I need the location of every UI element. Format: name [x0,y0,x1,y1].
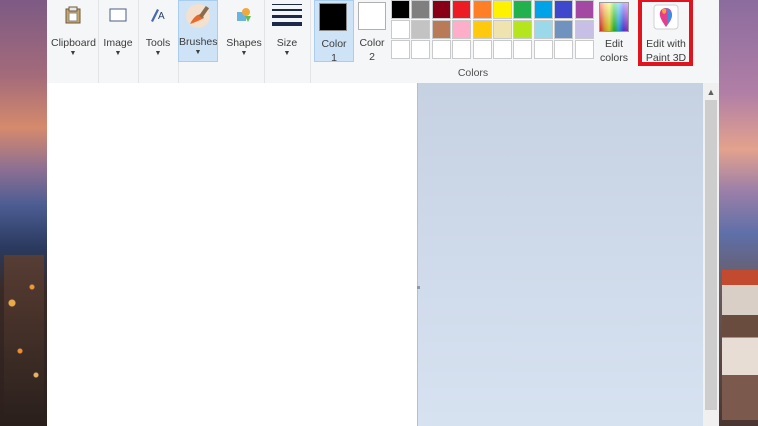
palette-swatch[interactable] [472,0,492,19]
palette-swatch[interactable] [533,0,553,19]
scroll-thumb[interactable] [705,100,717,410]
colors-group-label: Colors [457,67,489,79]
chevron-down-icon: ▼ [69,50,77,57]
palette-swatch[interactable] [411,40,431,59]
palette-swatch[interactable] [431,0,451,19]
chevron-down-icon: ▼ [240,50,248,57]
color2-swatch [358,2,386,30]
paint-window: Clipboard ▼ Image ▼ A Tools ▼ Brushes ▼ … [47,0,719,426]
brushes-button[interactable]: Brushes ▼ [178,0,218,62]
town-lights [4,255,44,415]
edit-colors-button[interactable]: Edit colors [596,0,632,65]
size-group: Size ▼ [264,0,311,83]
image-button[interactable]: Image ▼ [100,0,136,57]
palette-swatch[interactable] [533,40,553,59]
shapes-group: Shapes ▼ [224,0,265,83]
rainbow-icon [599,2,629,32]
palette-swatch[interactable] [493,0,512,19]
palette-swatch[interactable] [452,0,472,19]
chevron-down-icon: ▼ [154,50,162,57]
palette-swatch[interactable] [574,40,594,59]
color2-label-line1: Color [359,37,385,49]
tools-group: A Tools ▼ [138,0,179,83]
palette-swatch[interactable] [391,40,410,59]
palette-swatch[interactable] [452,20,472,39]
palette-swatch[interactable] [472,40,492,59]
chevron-down-icon: ▼ [194,49,202,56]
clipboard-label: Clipboard [51,37,96,49]
tools-label: Tools [145,37,171,49]
color1-label-line2: 1 [331,52,337,64]
brushes-label: Brushes [179,36,218,48]
palette-swatch[interactable] [554,20,574,39]
desktop-wallpaper-left [0,0,48,426]
palette-swatch[interactable] [513,20,533,39]
palette-swatch[interactable] [411,20,431,39]
shapes-button[interactable]: Shapes ▼ [226,0,262,57]
palette-swatch[interactable] [574,0,594,19]
ribbon: Clipboard ▼ Image ▼ A Tools ▼ Brushes ▼ … [47,0,719,84]
clipboard-group: Clipboard ▼ [47,0,99,83]
line-size-icon [272,0,302,30]
chevron-down-icon: ▼ [283,50,291,57]
edit-colors-label: Edit colors [596,37,632,65]
color1-label: Color 1 [315,37,353,65]
tools-button[interactable]: A Tools ▼ [140,0,176,57]
vertical-scrollbar[interactable]: ▲ [703,83,719,426]
palette-swatch[interactable] [513,40,533,59]
palette-swatch[interactable] [533,20,553,39]
highlight-box [638,0,693,66]
color1-label-line1: Color [321,38,347,50]
color1-swatch [319,3,347,31]
image-label: Image [103,37,133,49]
svg-text:A: A [158,11,165,22]
size-button[interactable]: Size ▼ [268,0,306,57]
clipboard-icon [58,0,88,30]
color2-label-line2: 2 [369,51,375,63]
drawing-canvas[interactable] [47,83,418,426]
size-label: Size [276,37,298,49]
palette-swatch[interactable] [493,20,512,39]
palette-swatch[interactable] [411,0,431,19]
color1-button[interactable]: Color 1 [314,0,354,65]
palette-swatch[interactable] [472,20,492,39]
palette-swatch[interactable] [493,40,512,59]
color2-label: Color 2 [353,36,391,64]
town-buildings [722,270,758,420]
image-group: Image ▼ [98,0,139,83]
palette-swatch[interactable] [554,0,574,19]
palette-swatch[interactable] [513,0,533,19]
workspace [47,83,703,426]
scroll-up-icon[interactable]: ▲ [703,83,719,100]
palette-swatch[interactable] [391,20,410,39]
chevron-down-icon: ▼ [114,50,122,57]
palette-swatch[interactable] [554,40,574,59]
brush-icon [183,1,213,31]
shapes-label: Shapes [226,37,262,49]
select-icon [103,0,133,30]
palette-swatch[interactable] [391,0,410,19]
desktop-wallpaper-right [718,0,758,426]
shapes-icon [229,0,259,30]
edit-colors-label-line1: Edit [604,38,624,50]
palette-swatch[interactable] [574,20,594,39]
clipboard-button[interactable]: Clipboard ▼ [51,0,96,57]
edit-colors-label-line2: colors [599,52,628,64]
canvas-resize-handle[interactable] [417,286,420,289]
palette-swatch[interactable] [431,20,451,39]
palette-swatch[interactable] [431,40,451,59]
color2-button[interactable]: Color 2 [353,0,391,63]
palette-swatch[interactable] [452,40,472,59]
tools-icon: A [143,0,173,30]
